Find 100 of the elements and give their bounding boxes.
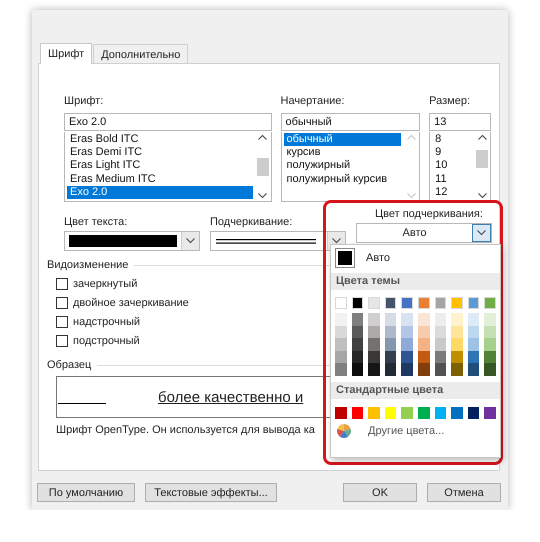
list-box[interactable]: 8 9 10 11 12 (429, 132, 491, 202)
color-swatch[interactable] (352, 338, 364, 351)
color-swatch[interactable] (352, 313, 364, 326)
list-item[interactable]: 10 (432, 159, 472, 173)
color-swatch[interactable] (335, 338, 347, 351)
list-item[interactable]: Exo 2.0 (67, 186, 252, 199)
color-swatch[interactable] (384, 338, 396, 351)
list-box[interactable]: Eras Bold ITC Eras Demi ITC Eras Light ITC Eras Medium ITC Exo 2.0 (64, 132, 272, 202)
default-button[interactable]: По умолчанию (37, 483, 135, 502)
color-swatch[interactable] (384, 326, 396, 338)
ok-button[interactable]: OK (343, 483, 417, 502)
scrollbar[interactable] (254, 132, 270, 201)
color-swatch[interactable] (451, 326, 463, 338)
color-swatch[interactable] (468, 326, 480, 338)
color-swatch[interactable] (352, 350, 364, 364)
list-item[interactable]: Eras Light ITC (67, 159, 252, 173)
color-swatch[interactable] (368, 406, 380, 419)
color-swatch[interactable] (468, 313, 480, 326)
color-swatch[interactable] (451, 313, 463, 326)
color-swatch[interactable] (335, 326, 347, 338)
list-item[interactable]: Eras Demi ITC (67, 146, 252, 160)
checkbox-label[interactable]: надстрочный (73, 316, 140, 328)
checkbox[interactable] (56, 316, 68, 328)
checkbox[interactable] (56, 297, 68, 309)
color-swatch[interactable] (335, 363, 347, 376)
color-swatch[interactable] (484, 350, 496, 364)
color-swatch[interactable] (418, 297, 430, 309)
checkbox-label[interactable]: подстрочный (73, 335, 140, 347)
text-field[interactable]: 13 (429, 113, 491, 131)
color-swatch[interactable] (418, 350, 430, 364)
list-item[interactable]: 11 (432, 172, 472, 186)
color-dropdown[interactable] (64, 231, 200, 251)
color-swatch[interactable] (468, 406, 480, 419)
color-swatch[interactable] (484, 297, 496, 309)
list-item[interactable]: полужирный (284, 159, 402, 173)
color-swatch[interactable] (401, 313, 413, 326)
text-field[interactable]: обычный (280, 113, 420, 131)
tab[interactable]: Шрифт (40, 43, 92, 64)
scroll-thumb[interactable] (476, 150, 488, 168)
list-item[interactable]: 9 (432, 146, 472, 160)
color-swatch[interactable] (484, 313, 496, 326)
color-swatch[interactable] (401, 338, 413, 351)
color-swatch[interactable] (368, 326, 380, 338)
color-swatch[interactable] (434, 350, 446, 364)
color-swatch[interactable] (384, 363, 396, 376)
color-swatch[interactable] (418, 363, 430, 376)
color-swatch[interactable] (401, 363, 413, 376)
color-swatch[interactable] (352, 297, 364, 309)
color-swatch[interactable] (384, 313, 396, 326)
menu-item[interactable]: Другие цвета... (331, 418, 500, 443)
color-dropdown[interactable]: Авто (356, 223, 492, 243)
color-swatch[interactable] (418, 338, 430, 351)
color-swatch[interactable] (484, 326, 496, 338)
color-swatch[interactable] (468, 338, 480, 351)
color-swatch[interactable] (384, 406, 396, 419)
color-swatch[interactable] (451, 338, 463, 351)
color-swatch[interactable] (434, 313, 446, 326)
color-swatch[interactable] (401, 326, 413, 338)
color-swatch[interactable] (468, 363, 480, 376)
color-swatch[interactable] (484, 406, 496, 419)
color-swatch[interactable] (384, 350, 396, 364)
underline-dropdown[interactable] (210, 231, 346, 251)
list-item[interactable]: полужирный курсив (284, 172, 402, 186)
list-item[interactable]: Eras Bold ITC (67, 133, 252, 146)
color-swatch[interactable] (484, 338, 496, 351)
color-swatch[interactable] (368, 363, 380, 376)
checkbox[interactable] (56, 335, 68, 347)
list-item[interactable]: курсив (284, 146, 402, 160)
color-swatch[interactable] (335, 313, 347, 326)
color-swatch[interactable] (468, 297, 480, 309)
color-swatch[interactable] (418, 406, 430, 419)
color-swatch[interactable] (451, 406, 463, 419)
color-swatch[interactable] (451, 350, 463, 364)
list-item[interactable]: обычный (284, 133, 402, 146)
color-swatch[interactable] (401, 297, 413, 309)
color-swatch[interactable] (384, 297, 396, 309)
checkbox-label[interactable]: двойное зачеркивание (73, 297, 189, 309)
color-swatch[interactable] (368, 297, 380, 309)
color-swatch[interactable] (434, 326, 446, 338)
color-swatch[interactable] (401, 350, 413, 364)
color-swatch[interactable] (335, 406, 347, 419)
text-field[interactable]: Exo 2.0 (64, 113, 272, 131)
menu-item[interactable]: Авто (331, 245, 500, 271)
color-swatch[interactable] (434, 406, 446, 419)
color-swatch[interactable] (434, 297, 446, 309)
color-swatch[interactable] (451, 297, 463, 309)
color-swatch[interactable] (335, 297, 347, 309)
checkbox-label[interactable]: зачеркнутый (73, 278, 138, 290)
color-swatch[interactable] (418, 313, 430, 326)
color-swatch[interactable] (401, 406, 413, 419)
color-swatch[interactable] (434, 363, 446, 376)
list-item[interactable]: 8 (432, 133, 472, 146)
color-swatch[interactable] (484, 363, 496, 376)
checkbox[interactable] (56, 278, 68, 290)
color-swatch[interactable] (335, 350, 347, 364)
color-swatch[interactable] (451, 363, 463, 376)
cancel-button[interactable]: Отмена (427, 483, 501, 502)
list-item[interactable]: 12 (432, 186, 472, 199)
color-swatch[interactable] (468, 350, 480, 364)
list-box[interactable]: обычный курсив полужирный полужирный курсив (280, 132, 420, 202)
